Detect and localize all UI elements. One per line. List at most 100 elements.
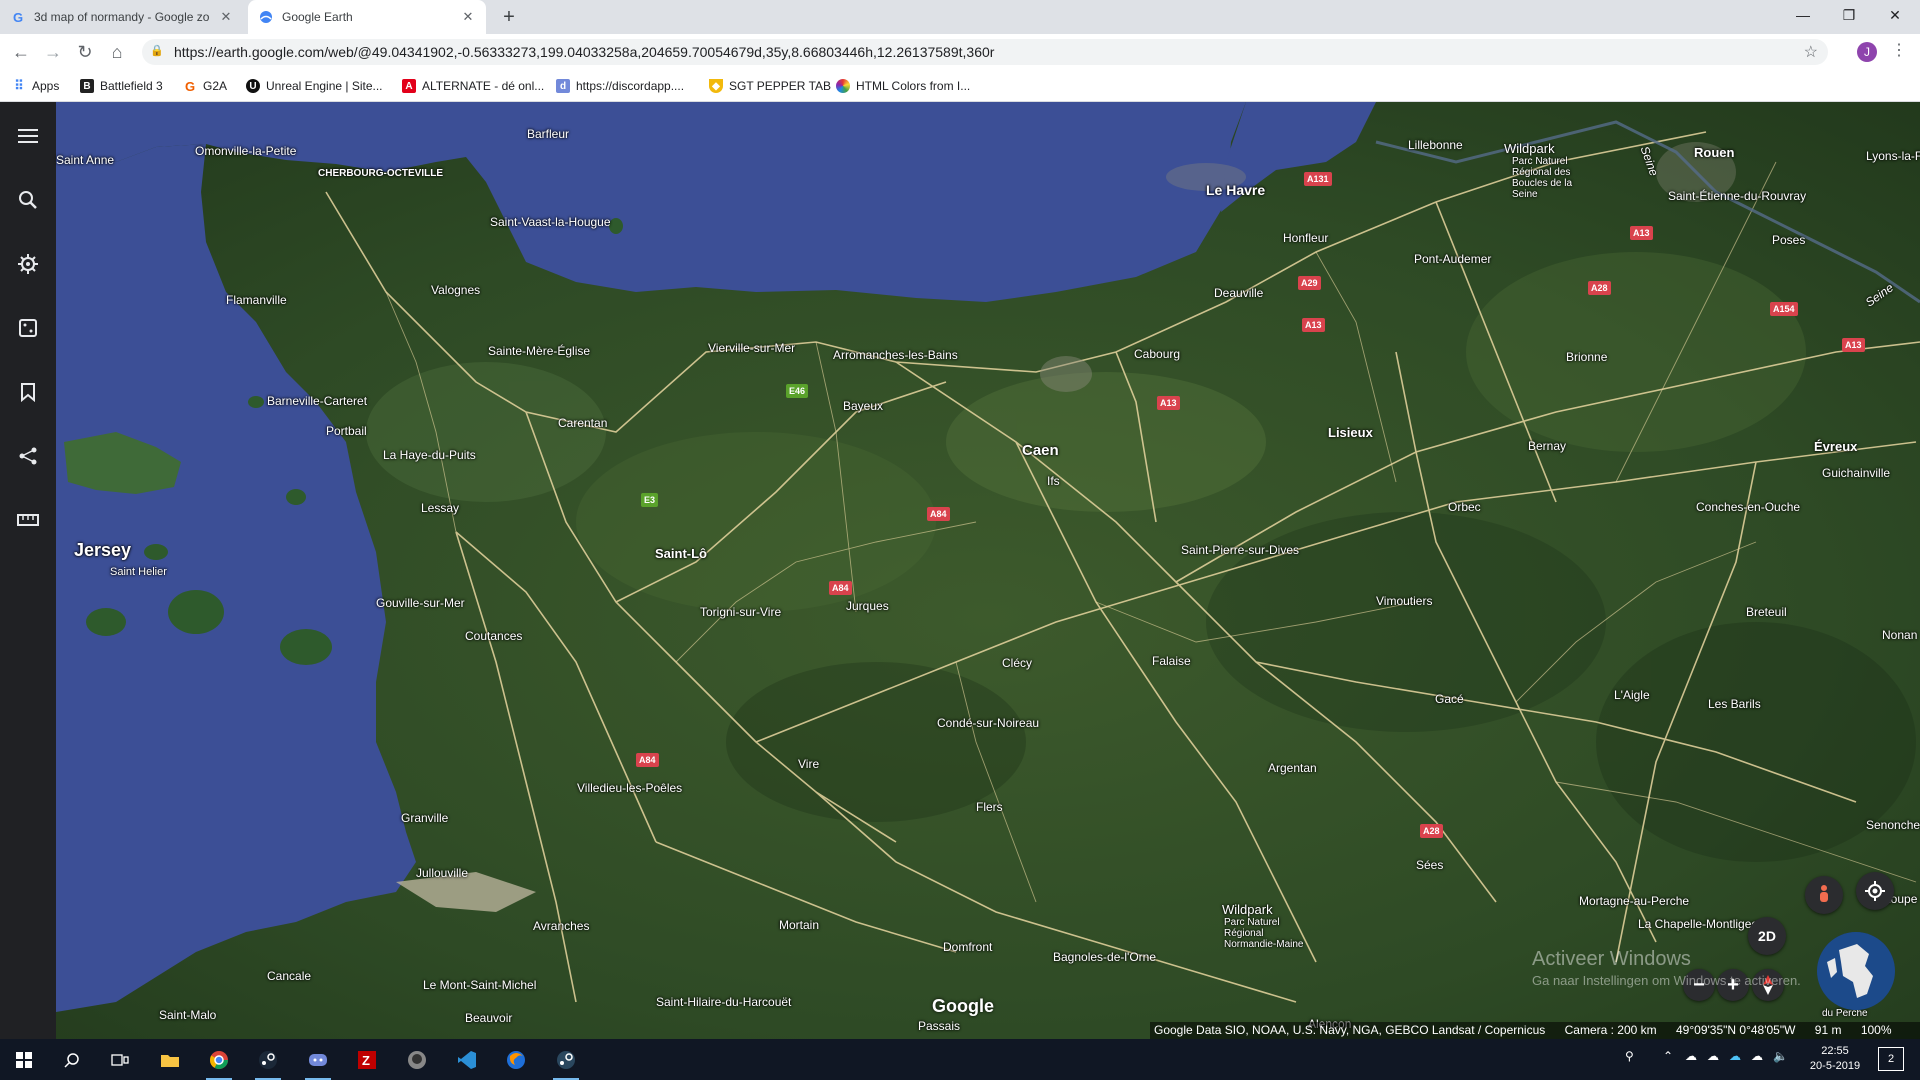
file-explorer-icon[interactable] bbox=[154, 1045, 186, 1075]
place-label: Barfleur bbox=[527, 127, 570, 141]
place-label: Sainte-Mère-Église bbox=[488, 344, 591, 358]
place-label: Torigni-sur-Vire bbox=[700, 605, 782, 619]
chrome-menu-icon[interactable]: ⋮ bbox=[1891, 40, 1907, 60]
forward-button[interactable]: → bbox=[42, 41, 64, 63]
notification-center-icon[interactable]: 2 bbox=[1878, 1047, 1904, 1071]
windows-activation-subtext: Ga naar Instellingen om Windows te activ… bbox=[1532, 973, 1801, 988]
close-window-button[interactable]: ✕ bbox=[1872, 0, 1918, 30]
bookmark-discord[interactable]: d https://discordapp.... bbox=[556, 77, 684, 95]
bookmark-html-colors[interactable]: HTML Colors from I... bbox=[836, 77, 970, 95]
chrome-icon[interactable] bbox=[203, 1045, 235, 1080]
place-label: Jurques bbox=[846, 599, 889, 613]
tab-google-search[interactable]: G 3d map of normandy - Google zo ✕ bbox=[0, 0, 244, 34]
close-tab-icon[interactable]: ✕ bbox=[460, 9, 476, 25]
google-earth-viewport: Saint Anne Omonville-la-Petite CHERBOURG… bbox=[0, 102, 1920, 1039]
discord-icon[interactable] bbox=[302, 1045, 334, 1080]
zoom-percentage: 100% bbox=[1860, 1023, 1892, 1037]
bookmark-label: SGT PEPPER TAB bbox=[729, 79, 832, 93]
address-bar[interactable]: 🔒 https://earth.google.com/web/@49.04341… bbox=[142, 39, 1828, 65]
search-icon[interactable] bbox=[56, 1045, 88, 1075]
place-label: Granville bbox=[401, 811, 449, 825]
place-label: Breteuil bbox=[1746, 605, 1787, 619]
pegman-street-view-button[interactable] bbox=[1805, 876, 1843, 914]
place-label: Vimoutiers bbox=[1376, 594, 1433, 608]
onedrive-icon[interactable]: ☁ bbox=[1685, 1049, 1697, 1063]
measure-icon[interactable] bbox=[14, 506, 42, 534]
my-location-button[interactable] bbox=[1856, 872, 1894, 910]
place-label: Saint-Étienne-du-Rouvray bbox=[1668, 189, 1807, 203]
bf3-icon: B bbox=[80, 79, 94, 93]
github-icon[interactable] bbox=[401, 1045, 433, 1075]
feeling-lucky-icon[interactable] bbox=[14, 314, 42, 342]
restore-button[interactable]: ❐ bbox=[1826, 0, 1872, 30]
place-label: CHERBOURG-OCTEVILLE bbox=[318, 168, 443, 179]
search-icon[interactable] bbox=[14, 186, 42, 214]
unreal-icon: U bbox=[246, 79, 260, 93]
satellite-map[interactable]: Saint Anne Omonville-la-Petite CHERBOURG… bbox=[56, 102, 1920, 1039]
bookmark-star-icon[interactable]: ☆ bbox=[1804, 42, 1818, 62]
place-label: Saint Helier bbox=[110, 566, 167, 578]
voyager-icon[interactable] bbox=[14, 250, 42, 278]
people-icon[interactable]: ⚲ bbox=[1625, 1049, 1634, 1063]
bookmark-label: G2A bbox=[203, 79, 228, 93]
bookmark-label: ALTERNATE - dé onl... bbox=[422, 79, 545, 93]
place-label: Passais bbox=[918, 1019, 961, 1033]
shield-bookmark-icon: ◆ bbox=[709, 79, 723, 93]
place-label: Saint-Vaast-la-Hougue bbox=[490, 215, 611, 229]
system-clock[interactable]: 22:55 20-5-2019 bbox=[1807, 1044, 1863, 1074]
bookmark-unreal[interactable]: U Unreal Engine | Site... bbox=[246, 77, 383, 95]
profile-avatar[interactable]: J bbox=[1857, 42, 1877, 62]
steam-icon[interactable] bbox=[252, 1045, 284, 1080]
new-tab-button[interactable]: + bbox=[498, 6, 520, 28]
cloud-sync-icon[interactable]: ☁ bbox=[1707, 1049, 1719, 1063]
place-label: Honfleur bbox=[1283, 231, 1329, 245]
share-icon[interactable] bbox=[14, 442, 42, 470]
place-label: Cancale bbox=[267, 969, 312, 983]
bookmark-apps[interactable]: ⠿ Apps bbox=[12, 77, 59, 95]
place-label: Mortagne-au-Perche bbox=[1579, 894, 1690, 908]
reload-button[interactable]: ↻ bbox=[74, 41, 96, 63]
bookmark-label: Battlefield 3 bbox=[100, 79, 163, 93]
place-label: Coutances bbox=[465, 629, 523, 643]
place-label: Beauvoir bbox=[465, 1011, 513, 1025]
tab-google-earth[interactable]: Google Earth ✕ bbox=[248, 0, 486, 34]
bookmark-alternate[interactable]: A ALTERNATE - dé onl... bbox=[402, 77, 544, 95]
bookmark-battlefield[interactable]: B Battlefield 3 bbox=[80, 77, 163, 95]
place-label: Nonan bbox=[1882, 628, 1918, 642]
toggle-2d-button[interactable]: 2D bbox=[1748, 917, 1786, 955]
filezilla-icon[interactable]: Z bbox=[351, 1045, 383, 1075]
volume-icon[interactable]: 🔈 bbox=[1773, 1049, 1788, 1063]
windows-taskbar: Z ⚲ ⌃ ☁ ☁ ☁ ☁ 🔈 22:55 20-5-2019 2 bbox=[0, 1039, 1920, 1080]
place-label: Wildpark bbox=[1504, 141, 1555, 156]
show-hidden-icons[interactable]: ⌃ bbox=[1663, 1049, 1673, 1063]
minimize-button[interactable]: — bbox=[1780, 0, 1826, 30]
menu-icon[interactable] bbox=[14, 122, 42, 150]
bookmark-sgt-pepper[interactable]: ◆ SGT PEPPER TAB bbox=[709, 77, 831, 95]
discord-icon: d bbox=[556, 79, 570, 93]
place-label: Valognes bbox=[431, 283, 481, 297]
steam-icon[interactable] bbox=[550, 1045, 582, 1080]
color-wheel-icon bbox=[836, 79, 850, 93]
data-attribution[interactable]: Google Data SIO, NOAA, U.S. Navy, NGA, G… bbox=[1154, 1023, 1545, 1037]
close-tab-icon[interactable]: ✕ bbox=[218, 9, 234, 25]
back-button[interactable]: ← bbox=[10, 41, 32, 63]
cursor-coordinates: 49°09'35"N 0°48'05"W bbox=[1676, 1023, 1796, 1037]
cloud-blue-icon[interactable]: ☁ bbox=[1729, 1049, 1741, 1063]
place-label: Bernay bbox=[1528, 439, 1567, 453]
task-view-icon[interactable] bbox=[104, 1045, 136, 1075]
network-icon[interactable]: ☁ bbox=[1751, 1049, 1763, 1063]
globe-minimap[interactable] bbox=[1817, 932, 1895, 1010]
place-label: Condé-sur-Noireau bbox=[937, 716, 1040, 730]
projects-icon[interactable] bbox=[14, 378, 42, 406]
bookmark-g2a[interactable]: G G2A bbox=[183, 77, 227, 95]
place-label: Orbec bbox=[1448, 500, 1481, 514]
vscode-icon[interactable] bbox=[451, 1045, 483, 1075]
windows-start-icon[interactable] bbox=[8, 1045, 40, 1075]
firefox-icon[interactable] bbox=[500, 1045, 532, 1075]
place-label: La Haye-du-Puits bbox=[383, 448, 476, 462]
place-label: Lillebonne bbox=[1408, 138, 1463, 152]
clock-time: 22:55 bbox=[1821, 1045, 1849, 1057]
road-shield: A13 bbox=[1630, 226, 1653, 240]
home-button[interactable]: ⌂ bbox=[106, 41, 128, 63]
tab-title: Google Earth bbox=[282, 10, 353, 24]
